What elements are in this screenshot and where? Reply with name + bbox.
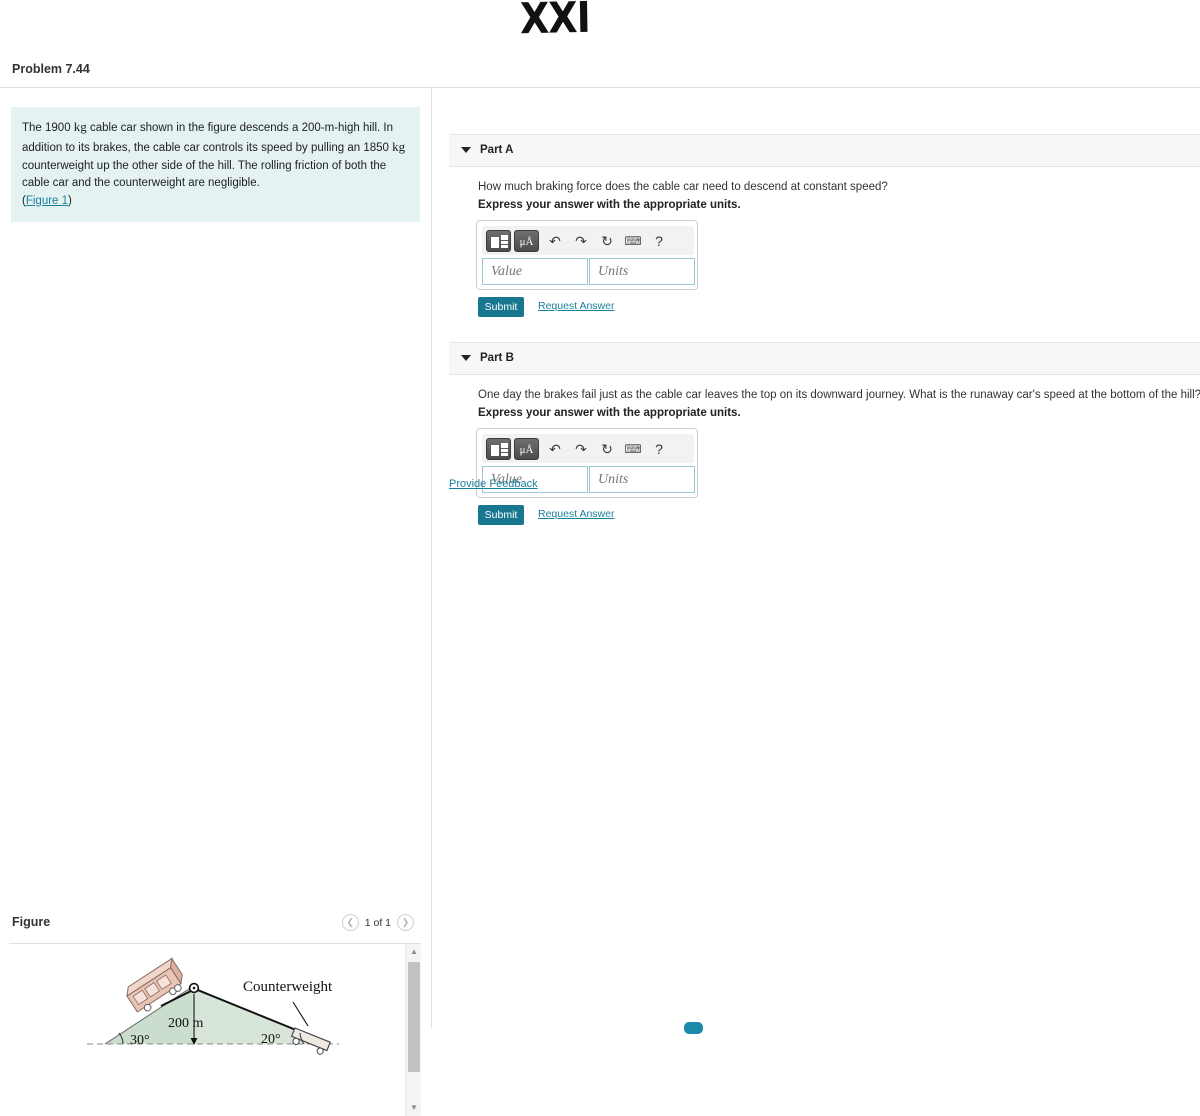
unit-kg-1: kg <box>73 119 87 134</box>
statement-line2-b: counterweight up the other side of the h… <box>22 159 235 172</box>
part-b-question: One day the brakes fail just as the cabl… <box>478 389 1200 401</box>
part-b-header[interactable]: Part B <box>449 342 1200 375</box>
statement-line2-a: the cable car controls its speed by pull… <box>133 142 393 155</box>
statement-line1-a: The 1900 <box>22 122 74 134</box>
scroll-up-icon[interactable]: ▲ <box>406 944 421 960</box>
marker-annotation: XXI <box>519 0 591 44</box>
redo-icon[interactable]: ↷ <box>568 438 594 460</box>
figure-label: Figure <box>12 915 51 929</box>
figure-navigation: ❮ 1 of 1 ❯ <box>341 914 414 931</box>
part-a-request-answer-link[interactable]: Request Answer <box>538 300 614 312</box>
part-b-collapse-chevron-down-icon[interactable] <box>461 355 471 361</box>
figure-viewport: Counterweight 200 m 30° 20° ▲ ▼ <box>9 944 421 1116</box>
bottom-floating-button[interactable] <box>684 1022 703 1034</box>
figure-counter: 1 of 1 <box>364 916 391 929</box>
unit-kg-2: kg <box>392 139 406 155</box>
part-a-inputs <box>482 258 695 285</box>
part-b-instruction: Express your answer with the appropriate… <box>478 407 741 419</box>
part-b-units-input[interactable] <box>589 466 695 493</box>
right-column: Part A How much braking force does the c… <box>432 88 1200 1028</box>
part-b-toolbar: μÅ ↶ ↷ ↻ ⌨ ? <box>482 434 694 463</box>
figure-1-link[interactable]: Figure 1 <box>26 195 68 207</box>
part-a-question: How much braking force does the cable ca… <box>478 181 888 193</box>
template-grid-icon[interactable] <box>486 229 511 252</box>
part-b-submit-button[interactable]: Submit <box>478 505 524 525</box>
part-a-submit-button[interactable]: Submit <box>478 297 524 317</box>
figure-header: Figure ❮ 1 of 1 ❯ <box>0 905 431 943</box>
keyboard-icon[interactable]: ⌨ <box>620 438 646 460</box>
provide-feedback-link[interactable]: Provide Feedback <box>449 478 538 490</box>
figure-diagram: Counterweight 200 m 30° 20° <box>9 944 405 1116</box>
help-icon[interactable]: ? <box>646 230 672 252</box>
figure-next-icon[interactable]: ❯ <box>397 914 414 931</box>
left-angle-text: 30° <box>130 1033 150 1048</box>
part-b-request-answer-link[interactable]: Request Answer <box>538 508 614 520</box>
units-micro-angstrom-icon[interactable]: μÅ <box>514 229 539 252</box>
right-angle-text: 20° <box>261 1032 281 1047</box>
template-grid-icon[interactable] <box>486 437 511 460</box>
undo-icon[interactable]: ↶ <box>542 438 568 460</box>
help-icon[interactable]: ? <box>646 438 672 460</box>
reset-icon[interactable]: ↻ <box>594 438 620 460</box>
part-a-collapse-chevron-down-icon[interactable] <box>461 147 471 153</box>
undo-icon[interactable]: ↶ <box>542 230 568 252</box>
reset-icon[interactable]: ↻ <box>594 230 620 252</box>
counterweight-text: Counterweight <box>243 979 333 995</box>
part-a-value-input[interactable] <box>482 258 588 285</box>
problem-statement: The 1900 kg cable car shown in the figur… <box>11 107 420 223</box>
part-a-title: Part A <box>480 144 514 156</box>
left-column: The 1900 kg cable car shown in the figur… <box>0 88 431 1116</box>
part-a-header[interactable]: Part A <box>449 134 1200 167</box>
figure-scrollbar[interactable]: ▲ ▼ <box>405 944 421 1116</box>
page-title: Problem 7.44 <box>12 62 90 76</box>
scroll-down-icon[interactable]: ▼ <box>406 1100 421 1116</box>
part-a-answer-box: μÅ ↶ ↷ ↻ ⌨ ? <box>476 220 698 290</box>
figure-prev-icon[interactable]: ❮ <box>341 914 359 931</box>
redo-icon[interactable]: ↷ <box>568 230 594 252</box>
part-a-instruction: Express your answer with the appropriate… <box>478 199 741 211</box>
problem-title-bar: Problem 7.44 <box>0 56 1200 87</box>
units-micro-angstrom-icon[interactable]: μÅ <box>514 437 539 460</box>
part-a-toolbar: μÅ ↶ ↷ ↻ ⌨ ? <box>482 226 694 255</box>
part-a-units-input[interactable] <box>589 258 695 285</box>
part-b-title: Part B <box>480 352 514 364</box>
figure-ref-paren-close: ) <box>68 194 72 207</box>
height-text: 200 m <box>168 1016 204 1031</box>
keyboard-icon[interactable]: ⌨ <box>620 230 646 252</box>
scrollbar-thumb[interactable] <box>408 962 420 1072</box>
